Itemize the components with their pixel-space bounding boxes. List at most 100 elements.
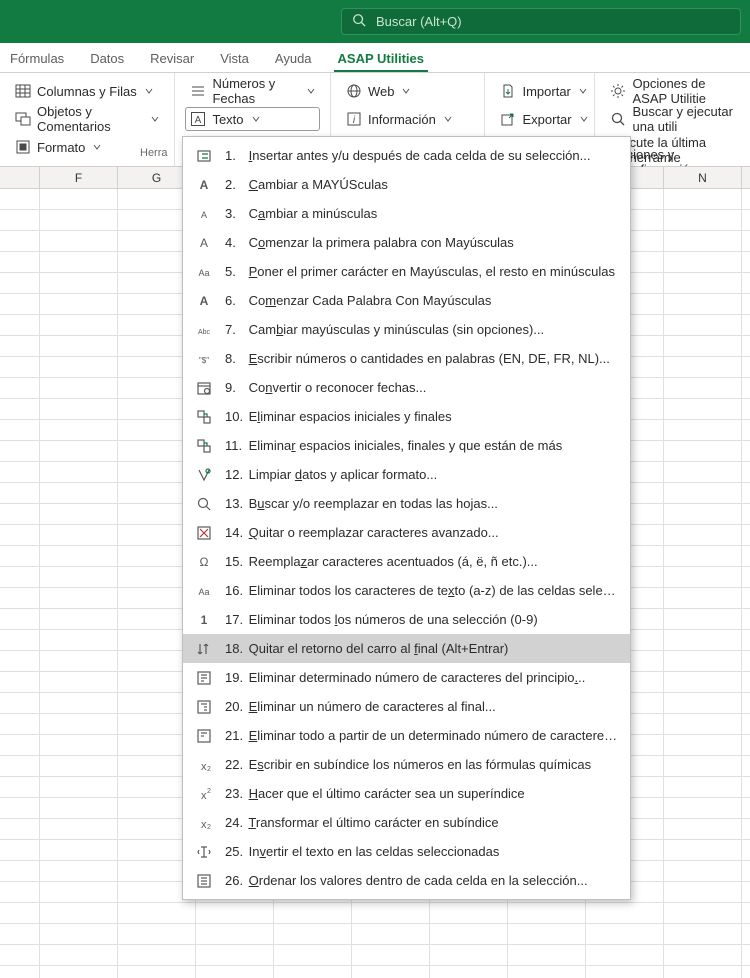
cell[interactable] [40, 945, 118, 965]
cell[interactable] [40, 336, 118, 356]
cell[interactable] [0, 714, 40, 734]
cell[interactable] [664, 315, 742, 335]
col-header-blank[interactable] [0, 167, 40, 188]
tab-ayuda[interactable]: Ayuda [271, 45, 316, 72]
cell[interactable] [196, 966, 274, 978]
menu-item-10[interactable]: 10. Eliminar espacios iniciales y finale… [183, 402, 630, 431]
cell[interactable] [0, 945, 40, 965]
cell[interactable] [430, 924, 508, 944]
menu-item-23[interactable]: x223. Hacer que el último carácter sea u… [183, 779, 630, 808]
cell[interactable] [0, 210, 40, 230]
cell[interactable] [40, 588, 118, 608]
cell[interactable] [0, 336, 40, 356]
cell[interactable] [664, 441, 742, 461]
menu-item-3[interactable]: A3. Cambiar a minúsculas [183, 199, 630, 228]
menu-item-5[interactable]: Aa5. Poner el primer carácter en Mayúscu… [183, 257, 630, 286]
cell[interactable] [0, 378, 40, 398]
cell[interactable] [664, 273, 742, 293]
menu-item-19[interactable]: 19. Eliminar determinado número de carac… [183, 663, 630, 692]
cell[interactable] [664, 966, 742, 978]
numeros-y-fechas-button[interactable]: Números y Fechas [185, 79, 320, 103]
menu-item-18[interactable]: 18. Quitar el retorno del carro al final… [183, 634, 630, 663]
cell[interactable] [0, 504, 40, 524]
cell[interactable] [40, 357, 118, 377]
cell[interactable] [664, 294, 742, 314]
cell[interactable] [40, 861, 118, 881]
cell[interactable] [586, 945, 664, 965]
cell[interactable] [0, 882, 40, 902]
cell[interactable] [40, 882, 118, 902]
cell[interactable] [0, 483, 40, 503]
exportar-button[interactable]: Exportar [495, 107, 584, 131]
cell[interactable] [0, 525, 40, 545]
cell[interactable] [0, 903, 40, 923]
cell[interactable] [40, 420, 118, 440]
cell[interactable] [40, 693, 118, 713]
cell[interactable] [40, 672, 118, 692]
tab-revisar[interactable]: Revisar [146, 45, 198, 72]
cell[interactable] [0, 588, 40, 608]
menu-item-22[interactable]: x222. Escribir en subíndice los números … [183, 750, 630, 779]
menu-item-20[interactable]: 20. Eliminar un número de caracteres al … [183, 692, 630, 721]
cell[interactable] [664, 399, 742, 419]
cell[interactable] [664, 840, 742, 860]
cell[interactable] [0, 273, 40, 293]
cell[interactable] [508, 945, 586, 965]
cell[interactable] [0, 798, 40, 818]
cell[interactable] [40, 630, 118, 650]
menu-item-1[interactable]: 1. Insertar antes y/u después de cada ce… [183, 141, 630, 170]
menu-item-11[interactable]: 11. Eliminar espacios iniciales, finales… [183, 431, 630, 460]
cell[interactable] [664, 756, 742, 776]
menu-item-7[interactable]: Abc7. Cambiar mayúsculas y minúsculas (s… [183, 315, 630, 344]
cell[interactable] [196, 924, 274, 944]
cell[interactable] [664, 357, 742, 377]
menu-item-8[interactable]: "$"8. Escribir números o cantidades en p… [183, 344, 630, 373]
cell[interactable] [664, 420, 742, 440]
menu-item-25[interactable]: 25. Invertir el texto en las celdas sele… [183, 837, 630, 866]
cell[interactable] [664, 378, 742, 398]
informacion-button[interactable]: i Información [341, 107, 475, 131]
cell[interactable] [40, 798, 118, 818]
cell[interactable] [40, 567, 118, 587]
cell[interactable] [664, 231, 742, 251]
cell[interactable] [664, 714, 742, 734]
cell[interactable] [664, 336, 742, 356]
cell[interactable] [40, 189, 118, 209]
cell[interactable] [40, 546, 118, 566]
cell[interactable] [40, 609, 118, 629]
search-box[interactable]: Buscar (Alt+Q) [341, 8, 741, 35]
cell[interactable] [118, 945, 196, 965]
menu-item-9[interactable]: 9. Convertir o reconocer fechas... [183, 373, 630, 402]
cell[interactable] [196, 945, 274, 965]
cell[interactable] [0, 840, 40, 860]
cell[interactable] [40, 504, 118, 524]
cell[interactable] [0, 609, 40, 629]
web-button[interactable]: Web [341, 79, 475, 103]
cell[interactable] [508, 966, 586, 978]
cell[interactable] [664, 252, 742, 272]
cell[interactable] [40, 756, 118, 776]
cell[interactable] [40, 714, 118, 734]
col-header[interactable]: N [664, 167, 742, 188]
cell[interactable] [586, 924, 664, 944]
menu-item-15[interactable]: Ω15. Reemplazar caracteres acentuados (á… [183, 547, 630, 576]
cell[interactable] [0, 966, 40, 978]
cell[interactable] [274, 945, 352, 965]
menu-item-13[interactable]: 13. Buscar y/o reemplazar en todas las h… [183, 489, 630, 518]
cell[interactable] [274, 966, 352, 978]
objetos-y-comentarios-button[interactable]: Objetos y Comentarios [10, 107, 164, 131]
cell[interactable] [0, 357, 40, 377]
cell[interactable] [0, 630, 40, 650]
cell[interactable] [0, 252, 40, 272]
cell[interactable] [40, 777, 118, 797]
menu-item-24[interactable]: x224. Transformar el último carácter en … [183, 808, 630, 837]
cell[interactable] [118, 903, 196, 923]
cell[interactable] [664, 609, 742, 629]
cell[interactable] [0, 441, 40, 461]
cell[interactable] [0, 399, 40, 419]
cell[interactable] [664, 210, 742, 230]
cell[interactable] [0, 294, 40, 314]
importar-button[interactable]: Importar [495, 79, 584, 103]
columnas-y-filas-button[interactable]: Columnas y Filas [10, 79, 164, 103]
tab-vista[interactable]: Vista [216, 45, 253, 72]
